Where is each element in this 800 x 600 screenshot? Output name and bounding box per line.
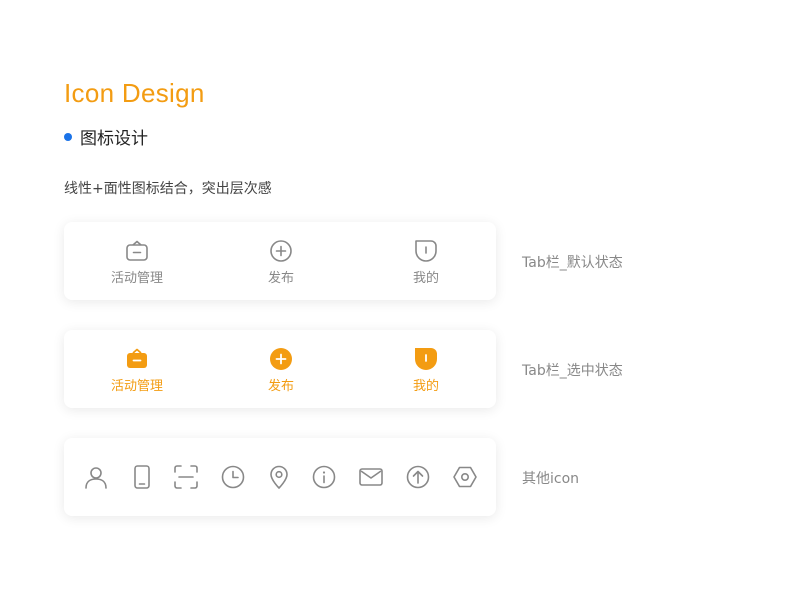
- tab-default-note: Tab栏_默认状态: [522, 255, 623, 271]
- tab-bar-default: 活动管理 发布 我的: [64, 222, 496, 300]
- tab-bar-selected: 活动管理 发布 我的: [64, 330, 496, 408]
- phone-icon[interactable]: [129, 464, 155, 490]
- tab-publish-selected[interactable]: 发布: [231, 346, 331, 394]
- profile-icon-filled: [415, 348, 437, 370]
- user-icon[interactable]: [83, 464, 109, 490]
- bullet-dot: [64, 132, 72, 141]
- tab-label: 我的: [412, 271, 439, 286]
- profile-icon: [415, 240, 437, 262]
- other-icons-row: [64, 464, 496, 490]
- location-pin-icon[interactable]: [266, 464, 292, 490]
- section-subtitle: 图标设计: [80, 129, 148, 149]
- tab-activity-management[interactable]: 活动管理: [87, 238, 187, 286]
- tab-label: 活动管理: [110, 379, 163, 394]
- upload-icon[interactable]: [405, 464, 431, 490]
- bag-icon-filled: [127, 348, 147, 368]
- other-icons-note: 其他icon: [522, 471, 580, 487]
- tab-label: 活动管理: [110, 271, 163, 286]
- tab-activity-management-selected[interactable]: 活动管理: [87, 346, 187, 394]
- tab-mine-selected[interactable]: 我的: [376, 346, 476, 394]
- bag-icon: [126, 240, 148, 261]
- tab-selected-note: Tab栏_选中状态: [522, 363, 623, 379]
- mail-icon[interactable]: [358, 464, 384, 490]
- settings-icon[interactable]: [452, 464, 478, 490]
- tab-publish[interactable]: 发布: [231, 238, 331, 286]
- other-icons-card: [64, 438, 496, 516]
- tab-label: 发布: [267, 379, 294, 394]
- scan-icon[interactable]: [173, 464, 199, 490]
- section-description: 线性+面性图标结合，突出层次感: [64, 181, 272, 197]
- plus-circle-icon: [270, 240, 292, 262]
- tab-label: 我的: [412, 379, 439, 394]
- tab-mine[interactable]: 我的: [376, 238, 476, 286]
- clock-icon[interactable]: [220, 464, 246, 490]
- info-icon[interactable]: [311, 464, 337, 490]
- section-heading: 图标设计: [64, 124, 148, 149]
- page-title: Icon Design: [64, 78, 205, 108]
- plus-circle-icon-filled: [270, 348, 292, 370]
- tab-label: 发布: [267, 271, 294, 286]
